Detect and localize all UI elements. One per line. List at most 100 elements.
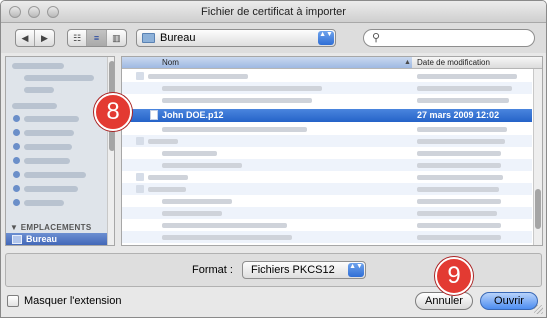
sidebar-item-label: Bureau [26, 234, 58, 244]
popup-arrows-icon: ▲▼ [348, 263, 364, 277]
sidebar-scrollbar[interactable] [107, 57, 114, 245]
blurred-filename [162, 98, 312, 103]
list-item[interactable] [122, 195, 532, 207]
popup-arrows-icon: ▲▼ [318, 31, 334, 45]
zoom-window-button[interactable] [47, 6, 59, 18]
hide-extension-checkbox[interactable] [7, 295, 19, 307]
list-item[interactable] [122, 159, 532, 171]
blurred-date [417, 98, 509, 103]
blurred-date [417, 211, 497, 216]
blurred-filename [162, 163, 242, 168]
location-popup[interactable]: Bureau ▲▼ [136, 29, 336, 47]
network-icon [13, 115, 20, 122]
desktop-folder-icon [12, 235, 22, 244]
sidebar-blurred-item[interactable] [24, 144, 72, 150]
icon-view-button[interactable]: ☷ [68, 30, 88, 46]
toolbar: ◀ ▶ ☷ ≡ ▥ Bureau ▲▼ ⚲ [1, 23, 546, 53]
blurred-filename [162, 223, 287, 228]
list-item[interactable] [122, 171, 532, 183]
list-item[interactable] [122, 207, 532, 219]
blurred-date [417, 74, 517, 79]
selected-file-name: John DOE.p12 [162, 110, 224, 120]
close-window-button[interactable] [9, 6, 21, 18]
network-icon [13, 199, 20, 206]
column-view-button[interactable]: ▥ [107, 30, 126, 46]
blurred-date [417, 163, 501, 168]
sidebar: ▼ EMPLACEMENTS Bureau [5, 56, 115, 246]
blurred-date [417, 187, 499, 192]
window-title: Fichier de certificat à importer [201, 6, 346, 18]
format-select[interactable]: Fichiers PKCS12 ▲▼ [242, 261, 366, 279]
open-button[interactable]: Ouvrir [480, 292, 538, 310]
network-icon [13, 143, 20, 150]
sidebar-blurred-item[interactable] [24, 172, 86, 178]
folder-icon [136, 185, 144, 193]
forward-button[interactable]: ▶ [35, 30, 54, 46]
step-marker-8: 8 [94, 93, 132, 131]
blurred-date [417, 235, 501, 240]
cancel-button[interactable]: Annuler [415, 292, 473, 310]
folder-icon [136, 173, 144, 181]
navigation-buttons: ◀ ▶ [15, 29, 55, 47]
blurred-filename [148, 187, 186, 192]
folder-icon [142, 33, 155, 43]
hide-extension-label: Masquer l'extension [24, 295, 122, 307]
resize-grip-icon[interactable] [534, 305, 543, 314]
blurred-date [417, 151, 501, 156]
network-icon [13, 171, 20, 178]
file-list-scroll-thumb[interactable] [535, 189, 541, 229]
blurred-date [417, 127, 507, 132]
network-icon [13, 129, 20, 136]
sidebar-blurred-item[interactable] [24, 158, 70, 164]
list-item[interactable] [122, 123, 532, 135]
list-item[interactable] [122, 94, 532, 106]
list-item[interactable] [122, 82, 532, 94]
format-label: Format : [192, 264, 233, 276]
blurred-filename [162, 86, 322, 91]
file-list-scrollbar[interactable] [533, 69, 542, 245]
column-header-date[interactable]: Date de modification [417, 57, 490, 69]
list-view-button[interactable]: ≡ [87, 30, 107, 46]
blurred-filename [162, 199, 232, 204]
column-header-name[interactable]: Nom ▲ [122, 57, 412, 68]
selected-file-date: 27 mars 2009 12:02 [417, 110, 500, 120]
search-input[interactable]: ⚲ [363, 29, 535, 47]
list-item[interactable] [122, 231, 532, 243]
network-icon [13, 185, 20, 192]
minimize-window-button[interactable] [28, 6, 40, 18]
folder-icon [136, 137, 144, 145]
list-item[interactable] [122, 147, 532, 159]
folder-icon [136, 72, 144, 80]
sidebar-blurred-item[interactable] [24, 186, 78, 192]
view-mode-buttons: ☷ ≡ ▥ [67, 29, 127, 47]
sidebar-blurred-item[interactable] [24, 87, 54, 93]
column-header-name-label: Nom [162, 58, 179, 67]
sidebar-blurred-heading [12, 103, 57, 109]
list-item[interactable] [122, 135, 532, 147]
blurred-date [417, 223, 501, 228]
sidebar-item-bureau[interactable]: Bureau [6, 233, 114, 245]
sidebar-blurred-item[interactable] [24, 130, 74, 136]
blurred-filename [162, 235, 292, 240]
sidebar-blurred-item[interactable] [24, 116, 79, 122]
step-marker-9: 9 [435, 257, 473, 295]
back-button[interactable]: ◀ [16, 30, 35, 46]
sidebar-blurred-heading [12, 63, 64, 69]
selected-file-row[interactable]: John DOE.p12 27 mars 2009 12:02 [122, 109, 532, 122]
title-bar: Fichier de certificat à importer [1, 1, 546, 23]
blurred-filename [162, 151, 217, 156]
document-icon [150, 110, 158, 120]
blurred-filename [148, 139, 178, 144]
file-dialog-window: Fichier de certificat à importer ◀ ▶ ☷ ≡… [0, 0, 547, 318]
file-list: Nom ▲ Date de modification John DOE.p12 … [121, 56, 543, 246]
blurred-date [417, 139, 505, 144]
list-item[interactable] [122, 219, 532, 231]
list-item[interactable] [122, 70, 532, 82]
blurred-date [417, 86, 512, 91]
blurred-filename [162, 211, 222, 216]
search-icon: ⚲ [372, 32, 381, 44]
sidebar-blurred-item[interactable] [24, 200, 64, 206]
sort-ascending-icon: ▲ [404, 59, 411, 66]
list-item[interactable] [122, 183, 532, 195]
sidebar-blurred-item[interactable] [24, 75, 94, 81]
